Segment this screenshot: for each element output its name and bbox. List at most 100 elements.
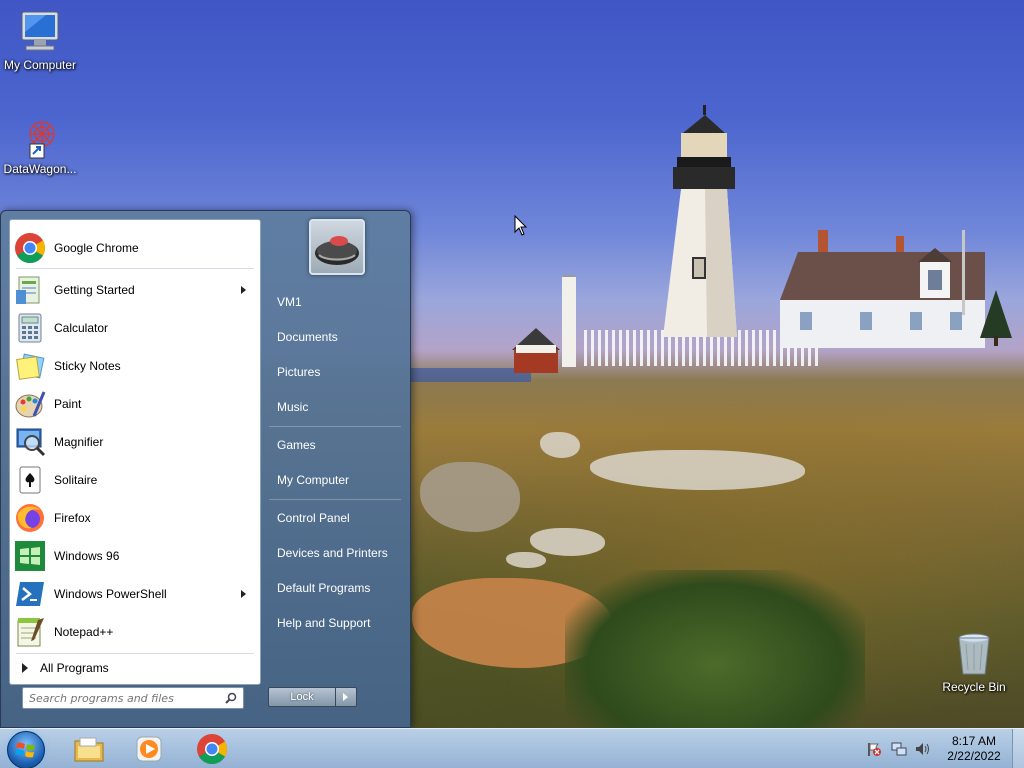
submenu-arrow-icon: [241, 590, 246, 598]
right-item-devices-and-printers[interactable]: Devices and Printers: [269, 538, 401, 568]
desktop-icon-datawagon[interactable]: DataWagon...: [0, 112, 80, 176]
right-item-label: Control Panel: [277, 511, 350, 525]
windows96-icon: [14, 540, 46, 572]
mouse-cursor-icon: [514, 215, 528, 236]
all-programs-button[interactable]: All Programs: [16, 657, 256, 679]
user-account-picture[interactable]: [309, 219, 365, 275]
right-item-label: Pictures: [277, 365, 321, 379]
right-item-default-programs[interactable]: Default Programs: [269, 573, 401, 603]
paint-icon: [14, 388, 46, 420]
chrome-icon: [197, 734, 228, 765]
right-item-label: Games: [277, 438, 316, 452]
network-icon[interactable]: [891, 741, 907, 757]
program-item-firefox[interactable]: Firefox: [12, 500, 258, 536]
program-item-windows-96[interactable]: Windows 96: [12, 538, 258, 574]
right-item-label: Music: [277, 400, 309, 414]
programs-divider: [16, 268, 254, 269]
wallpaper-small-house: [512, 275, 576, 373]
recycle-bin-icon: [950, 630, 998, 678]
clock-time: 8:17 AM: [951, 734, 997, 748]
program-item-getting-started[interactable]: Getting Started: [12, 272, 258, 308]
wallpaper-lighthouse: [663, 105, 737, 337]
right-item-my-computer[interactable]: My Computer: [269, 465, 401, 495]
right-item-control-panel[interactable]: Control Panel: [269, 503, 401, 533]
action-center-flag-icon[interactable]: [866, 741, 882, 757]
right-item-label: Help and Support: [277, 616, 371, 630]
chrome-icon: [14, 232, 46, 264]
taskbar-media-player[interactable]: [133, 733, 165, 765]
magnifier-icon: [14, 426, 46, 458]
start-search-box: [22, 687, 244, 709]
clock-date: 2/22/2022: [947, 749, 1001, 763]
program-label: Sticky Notes: [54, 359, 121, 373]
file-explorer-icon: [74, 737, 104, 762]
powershell-icon: [14, 578, 46, 610]
right-item-help-and-support[interactable]: Help and Support: [269, 608, 401, 638]
right-item-label: Documents: [277, 330, 338, 344]
lock-button[interactable]: Lock: [268, 687, 336, 707]
lock-label: Lock: [290, 691, 314, 703]
start-menu: Google Chrome Getting Started Calculator…: [0, 210, 411, 728]
solitaire-icon: [14, 464, 46, 496]
notepadpp-icon: [14, 616, 46, 648]
program-label: Getting Started: [54, 283, 135, 297]
search-icon[interactable]: [225, 692, 237, 704]
right-pane-divider: [269, 426, 401, 427]
right-item-documents[interactable]: Documents: [269, 322, 401, 352]
right-pane-divider: [269, 499, 401, 500]
program-label: Google Chrome: [54, 241, 139, 255]
right-item-label: Devices and Printers: [277, 546, 388, 560]
media-player-icon: [136, 736, 162, 762]
calculator-icon: [14, 312, 46, 344]
program-label: Windows PowerShell: [54, 587, 167, 601]
right-item-games[interactable]: Games: [269, 430, 401, 460]
desktop-icon-recycle-bin[interactable]: Recycle Bin: [934, 630, 1014, 694]
user-avatar-icon: [315, 236, 359, 265]
program-item-magnifier[interactable]: Magnifier: [12, 424, 258, 460]
taskbar: 8:17 AM 2/22/2022: [0, 728, 1024, 768]
program-item-notepad-plus-plus[interactable]: Notepad++: [12, 614, 258, 650]
sticky-notes-icon: [14, 350, 46, 382]
wallpaper-house: [780, 230, 985, 348]
program-item-calculator[interactable]: Calculator: [12, 310, 258, 346]
program-label: Firefox: [54, 511, 91, 525]
volume-icon[interactable]: [915, 741, 931, 757]
taskbar-file-explorer[interactable]: [73, 733, 105, 765]
right-item-label: My Computer: [277, 473, 350, 487]
desktop-icon-label: My Computer: [3, 58, 77, 72]
desktop-icon-my-computer[interactable]: My Computer: [0, 8, 80, 72]
shutdown-options-arrow-button[interactable]: [336, 687, 357, 707]
desktop-icon-label: Recycle Bin: [942, 680, 1006, 694]
right-item-label: VM1: [277, 295, 302, 309]
start-button[interactable]: [7, 731, 45, 768]
my-computer-icon: [16, 8, 64, 56]
getting-started-icon: [14, 274, 46, 306]
program-item-google-chrome[interactable]: Google Chrome: [12, 230, 258, 266]
program-item-solitaire[interactable]: Solitaire: [12, 462, 258, 498]
program-item-sticky-notes[interactable]: Sticky Notes: [12, 348, 258, 384]
program-label: Calculator: [54, 321, 109, 335]
datawagon-icon: [16, 112, 64, 160]
programs-divider: [16, 653, 254, 654]
windows-logo-icon: [15, 742, 35, 758]
program-label: Notepad++: [54, 625, 114, 639]
all-programs-arrow-icon: [22, 663, 28, 673]
right-item-label: Default Programs: [277, 581, 371, 595]
program-label: Windows 96: [54, 549, 120, 563]
desktop-icon-label: DataWagon...: [3, 162, 77, 176]
right-item-music[interactable]: Music: [269, 392, 401, 422]
right-item-pictures[interactable]: Pictures: [269, 357, 401, 387]
submenu-arrow-icon: [241, 286, 246, 294]
program-label: Solitaire: [54, 473, 98, 487]
program-item-windows-powershell[interactable]: Windows PowerShell: [12, 576, 258, 612]
right-item-vm1[interactable]: VM1: [269, 287, 401, 317]
search-input[interactable]: [23, 688, 219, 708]
taskbar-chrome[interactable]: [196, 733, 228, 765]
program-label: Magnifier: [54, 435, 104, 449]
all-programs-label: All Programs: [40, 661, 109, 675]
show-desktop-button[interactable]: [1012, 729, 1024, 768]
start-menu-programs-pane: Google Chrome Getting Started Calculator…: [9, 219, 261, 685]
program-item-paint[interactable]: Paint: [12, 386, 258, 422]
firefox-icon: [14, 502, 46, 534]
taskbar-clock[interactable]: 8:17 AM 2/22/2022: [944, 734, 1004, 764]
